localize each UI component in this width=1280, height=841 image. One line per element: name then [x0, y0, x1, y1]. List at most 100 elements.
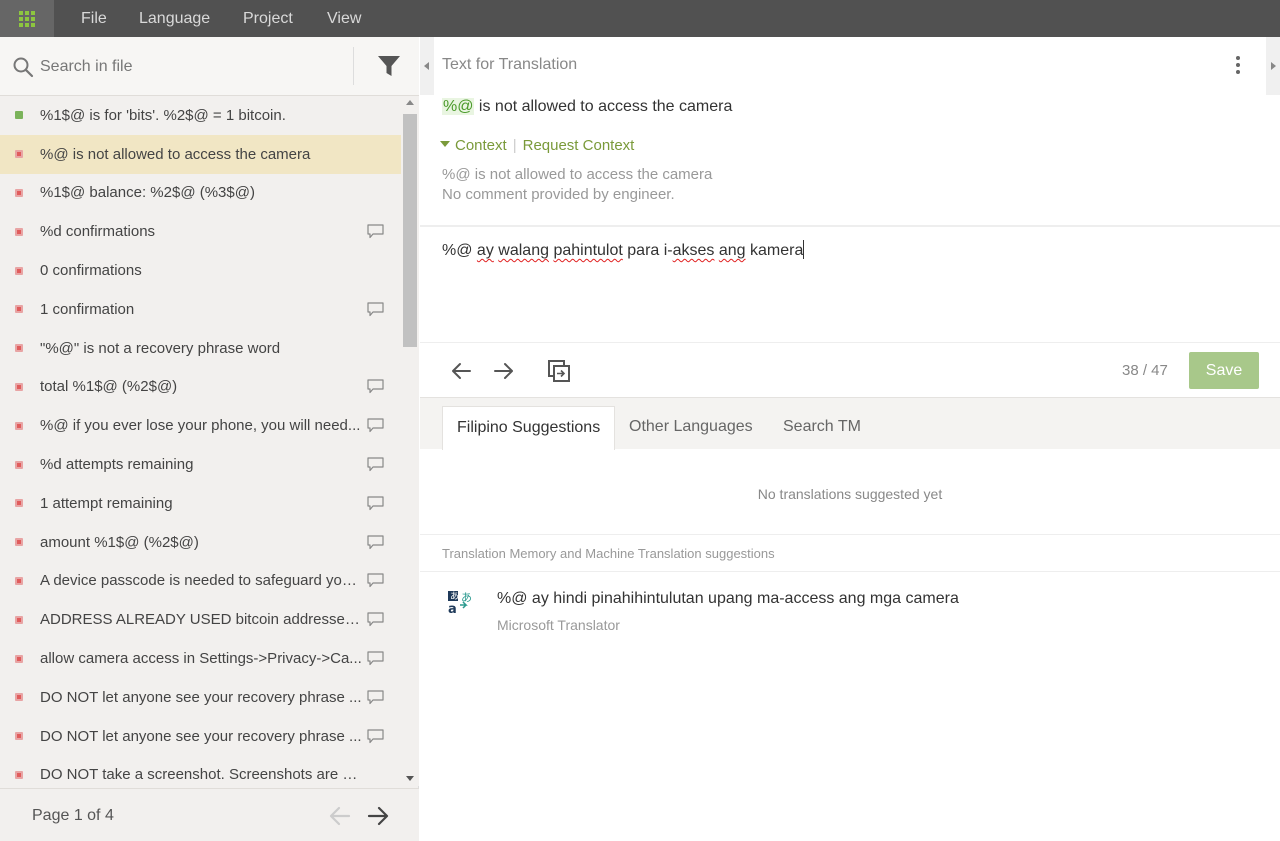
save-button[interactable]: Save: [1189, 352, 1259, 389]
next-page-icon[interactable]: [366, 805, 390, 827]
misspelled-word: ay: [476, 242, 494, 259]
divider: [420, 225, 1280, 227]
string-row[interactable]: %@ is not allowed to access the camera: [0, 134, 401, 174]
untranslated-status-icon: [15, 770, 23, 779]
mt-source-label: Microsoft Translator: [497, 617, 620, 633]
string-row[interactable]: %d attempts remaining: [0, 445, 401, 484]
translation-input[interactable]: %@ ay walang pahintulot para i-akses ang…: [442, 240, 1262, 260]
untranslated-status-icon: [15, 732, 23, 741]
string-row[interactable]: 1 confirmation: [0, 290, 401, 329]
more-options-icon[interactable]: [1235, 56, 1241, 76]
string-row[interactable]: %1$@ balance: %2$@ (%3$@): [0, 174, 401, 213]
misspelled-word: ang: [718, 242, 746, 259]
translated-status-icon: [15, 111, 23, 120]
comment-icon[interactable]: [367, 729, 384, 744]
string-row[interactable]: %@ if you ever lose your phone, you will…: [0, 406, 401, 445]
string-row[interactable]: 0 confirmations: [0, 251, 401, 290]
string-row[interactable]: DO NOT let anyone see your recovery phra…: [0, 717, 401, 756]
string-list: %1$@ is for 'bits'. %2$@ = 1 bitcoin. %@ …: [0, 96, 401, 786]
comment-icon[interactable]: [367, 418, 384, 433]
string-text: DO NOT take a screenshot. Screenshots ar…: [40, 766, 362, 784]
filter-icon[interactable]: [376, 53, 402, 79]
misspelled-word: walang: [498, 242, 549, 259]
prev-page-icon[interactable]: [328, 805, 352, 827]
string-text: %1$@ is for 'bits'. %2$@ = 1 bitcoin.: [40, 106, 286, 124]
tm-header: Translation Memory and Machine Translati…: [442, 546, 775, 561]
menu-file[interactable]: File: [81, 0, 107, 37]
collapse-right-toggle[interactable]: [1266, 37, 1280, 95]
tab-search-tm[interactable]: Search TM: [769, 406, 875, 450]
request-context-link[interactable]: Request Context: [523, 137, 635, 154]
character-count: 38 / 47: [1122, 362, 1168, 379]
string-row[interactable]: %d confirmations: [0, 212, 401, 251]
string-row[interactable]: A device passcode is needed to safeguard…: [0, 562, 401, 601]
untranslated-status-icon: [15, 460, 23, 469]
string-text: ADDRESS ALREADY USED bitcoin addresses a…: [40, 611, 362, 629]
untranslated-status-icon: [15, 576, 23, 585]
string-row[interactable]: DO NOT let anyone see your recovery phra…: [0, 678, 401, 717]
string-text: 1 confirmation: [40, 300, 135, 318]
misspelled-word: akses: [672, 242, 715, 259]
tab-other-languages[interactable]: Other Languages: [615, 406, 767, 450]
previous-string-icon[interactable]: [449, 359, 473, 383]
search-input[interactable]: [40, 53, 340, 81]
context-comment: No comment provided by engineer.: [442, 186, 675, 203]
string-row[interactable]: DO NOT take a screenshot. Screenshots ar…: [0, 756, 401, 786]
comment-icon[interactable]: [367, 457, 384, 472]
untranslated-status-icon: [15, 227, 23, 236]
pagination: Page 1 of 4: [0, 788, 419, 841]
menu-project[interactable]: Project: [243, 0, 293, 37]
string-row[interactable]: total %1$@ (%2$@): [0, 368, 401, 407]
comment-icon[interactable]: [367, 612, 384, 627]
search-bar: [0, 37, 419, 96]
strings-panel: %1$@ is for 'bits'. %2$@ = 1 bitcoin. %@ …: [0, 37, 419, 841]
string-text: %d attempts remaining: [40, 456, 194, 474]
source-string: %@ is not allowed to access the camera: [442, 98, 732, 116]
search-icon: [13, 57, 34, 78]
untranslated-status-icon: [15, 654, 23, 663]
string-text: 1 attempt remaining: [40, 494, 173, 512]
context-link[interactable]: Context: [455, 137, 507, 154]
string-row[interactable]: 1 attempt remaining: [0, 484, 401, 523]
translate-icon: あ a あ: [448, 591, 472, 615]
string-row[interactable]: allow camera access in Settings->Privacy…: [0, 639, 401, 678]
comment-icon[interactable]: [367, 651, 384, 666]
collapse-left-toggle[interactable]: [420, 37, 434, 95]
string-text: %@ is not allowed to access the camera: [40, 145, 311, 163]
untranslated-status-icon: [15, 305, 23, 314]
comment-icon[interactable]: [367, 690, 384, 705]
string-text: A device passcode is needed to safeguard…: [40, 572, 362, 590]
copy-source-icon[interactable]: [547, 359, 571, 383]
scroll-up-arrow[interactable]: [406, 100, 414, 105]
comment-icon[interactable]: [367, 496, 384, 511]
text-cursor: [803, 240, 805, 259]
grid-icon[interactable]: [0, 0, 54, 37]
tab-filipino-suggestions[interactable]: Filipino Suggestions: [442, 406, 616, 450]
comment-icon[interactable]: [367, 379, 384, 394]
scrollbar[interactable]: [401, 96, 419, 786]
placeholder-token: %@: [442, 98, 475, 115]
string-text: total %1$@ (%2$@): [40, 378, 178, 396]
scroll-down-arrow[interactable]: [406, 776, 414, 781]
scrollbar-thumb[interactable]: [403, 114, 417, 347]
untranslated-status-icon: [15, 693, 23, 702]
string-row[interactable]: ADDRESS ALREADY USED bitcoin addresses a…: [0, 600, 401, 639]
string-text: 0 confirmations: [40, 262, 142, 280]
string-row[interactable]: amount %1$@ (%2$@): [0, 523, 401, 562]
comment-icon[interactable]: [367, 302, 384, 317]
empty-suggestions: No translations suggested yet: [757, 486, 943, 502]
comment-icon[interactable]: [367, 573, 384, 588]
string-row[interactable]: %1$@ is for 'bits'. %2$@ = 1 bitcoin.: [0, 96, 401, 135]
menu-view[interactable]: View: [327, 0, 361, 37]
comment-icon[interactable]: [367, 224, 384, 239]
mt-suggestion-text[interactable]: %@ ay hindi pinahihintulutan upang ma-ac…: [497, 590, 959, 608]
comment-icon[interactable]: [367, 535, 384, 550]
svg-text:あ: あ: [461, 591, 472, 604]
next-string-icon[interactable]: [492, 359, 516, 383]
caret-down-icon: [440, 141, 450, 148]
suggestion-tabs: Filipino Suggestions Other Languages Sea…: [420, 397, 1280, 450]
string-text: DO NOT let anyone see your recovery phra…: [40, 688, 362, 706]
menu-language[interactable]: Language: [139, 0, 210, 37]
string-row[interactable]: "%@" is not a recovery phrase word: [0, 329, 401, 368]
source-text: is not allowed to access the camera: [474, 98, 733, 115]
